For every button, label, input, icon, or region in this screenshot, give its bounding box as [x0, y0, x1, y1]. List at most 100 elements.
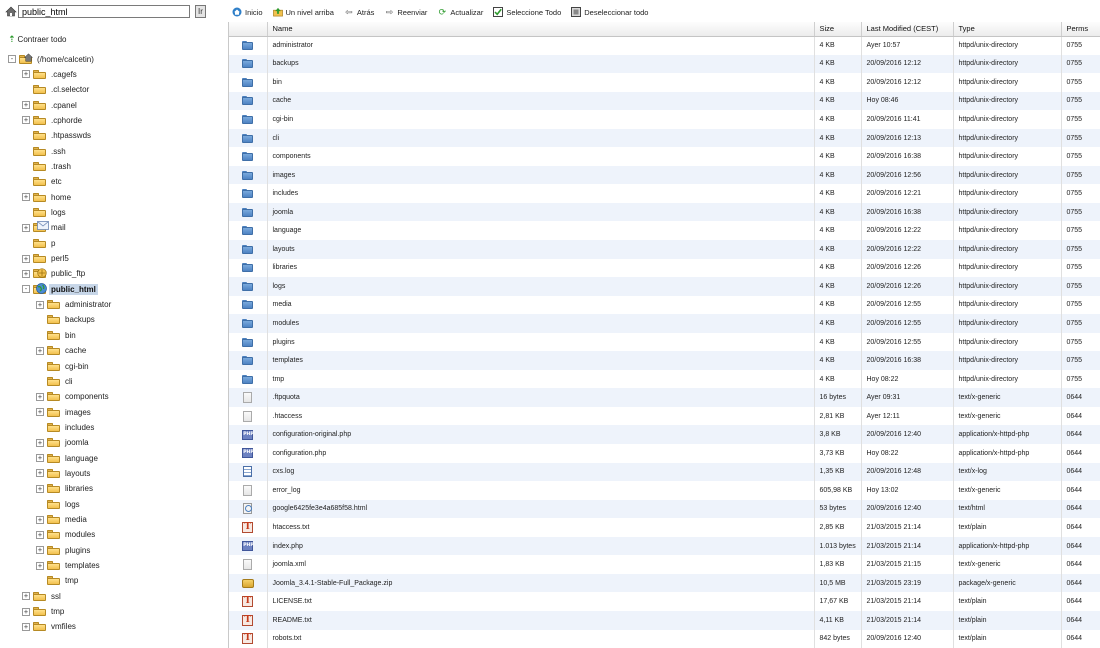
- file-icon-cell[interactable]: [229, 332, 268, 352]
- expand-toggle-icon[interactable]: +: [36, 408, 44, 417]
- expand-toggle-icon[interactable]: +: [22, 254, 30, 263]
- file-icon-cell[interactable]: PHP: [229, 536, 268, 556]
- expand-toggle-icon[interactable]: +: [22, 269, 30, 278]
- tree-item[interactable]: logs: [22, 206, 68, 220]
- tree-item[interactable]: etc: [22, 175, 64, 189]
- forward-button[interactable]: ⇨ Reenviar: [384, 7, 428, 17]
- file-icon-cell[interactable]: [229, 73, 268, 92]
- file-icon-cell[interactable]: [229, 165, 268, 185]
- file-name-cell[interactable]: joomla.xml: [267, 555, 815, 574]
- table-row[interactable]: Joomla_3.4.1-Stable-Full_Package.zip 10,5…: [229, 573, 1100, 593]
- tree-item[interactable]: + templates: [36, 559, 102, 573]
- file-icon-cell[interactable]: [229, 481, 268, 500]
- table-row[interactable]: joomla.xml 1,83 KB 21/03/2015 21:15 text/x-…: [229, 555, 1100, 574]
- tree-item[interactable]: + modules: [36, 528, 97, 542]
- tree-item[interactable]: p: [22, 236, 57, 250]
- tree-item[interactable]: tmp: [36, 574, 80, 588]
- tree-item[interactable]: + ssl: [22, 589, 63, 603]
- collapse-toggle-icon[interactable]: -: [22, 285, 30, 294]
- expand-toggle-icon[interactable]: +: [36, 484, 44, 493]
- table-row[interactable]: joomla 4 KB 20/09/2016 16:38 httpd/unix-dir…: [229, 202, 1100, 222]
- table-row[interactable]: components 4 KB 20/09/2016 16:38 httpd/unix…: [229, 147, 1100, 166]
- table-row[interactable]: tmp 4 KB Hoy 08:22 httpd/unix-directory 0755: [229, 369, 1100, 389]
- expand-toggle-icon[interactable]: +: [22, 622, 30, 631]
- file-icon-cell[interactable]: [229, 295, 268, 315]
- file-name-cell[interactable]: cache: [267, 91, 815, 111]
- file-icon-cell[interactable]: [229, 110, 268, 129]
- file-icon-cell[interactable]: [229, 314, 268, 333]
- file-name-cell[interactable]: README.txt: [267, 610, 815, 630]
- file-icon-cell[interactable]: [229, 573, 268, 593]
- file-icon-cell[interactable]: T: [229, 592, 268, 611]
- table-row[interactable]: bin 4 KB 20/09/2016 12:12 httpd/unix-direct…: [229, 73, 1100, 92]
- expand-toggle-icon[interactable]: +: [36, 515, 44, 524]
- expand-toggle-icon[interactable]: +: [36, 546, 44, 555]
- file-icon-cell[interactable]: [229, 555, 268, 574]
- file-name-cell[interactable]: google6425fe3e4a685f58.html: [267, 499, 815, 519]
- table-row[interactable]: .ftpquota 16 bytes Ayer 09:31 text/x-generi…: [229, 388, 1100, 407]
- expand-toggle-icon[interactable]: +: [22, 101, 30, 110]
- collapse-all-link[interactable]: ⇡ Contraer todo: [8, 34, 66, 45]
- table-row[interactable]: cache 4 KB Hoy 08:46 httpd/unix-directory 07…: [229, 91, 1100, 111]
- file-icon-cell[interactable]: [229, 184, 268, 203]
- table-row[interactable]: T README.txt 4,11 KB 21/03/2015 21:14 text/p…: [229, 610, 1100, 630]
- file-name-cell[interactable]: components: [267, 147, 815, 166]
- file-name-cell[interactable]: logs: [267, 277, 815, 296]
- file-icon-cell[interactable]: [229, 221, 268, 241]
- tree-item[interactable]: .cl.selector: [22, 83, 91, 97]
- tree-item[interactable]: + plugins: [36, 543, 92, 557]
- tree-item[interactable]: + administrator: [36, 298, 113, 312]
- file-icon-cell[interactable]: [229, 202, 268, 222]
- file-name-cell[interactable]: index.php: [267, 536, 815, 556]
- expand-toggle-icon[interactable]: +: [22, 116, 30, 125]
- file-name-cell[interactable]: robots.txt: [267, 629, 815, 648]
- file-name-cell[interactable]: libraries: [267, 258, 815, 278]
- go-button[interactable]: Ir: [195, 5, 206, 18]
- file-name-cell[interactable]: Joomla_3.4.1-Stable-Full_Package.zip: [267, 573, 815, 593]
- tree-item[interactable]: + .cpanel: [22, 98, 79, 112]
- expand-toggle-icon[interactable]: +: [22, 70, 30, 79]
- file-icon-cell[interactable]: [229, 54, 268, 74]
- home-button[interactable]: Inicio: [232, 7, 263, 17]
- file-icon-cell[interactable]: [229, 147, 268, 166]
- file-icon-cell[interactable]: [229, 36, 268, 55]
- tree-item[interactable]: + joomla: [36, 436, 91, 450]
- column-header-modified[interactable]: Last Modified (CEST): [861, 22, 954, 37]
- file-name-cell[interactable]: cgi-bin: [267, 110, 815, 129]
- file-name-cell[interactable]: media: [267, 295, 815, 315]
- table-row[interactable]: images 4 KB 20/09/2016 12:56 httpd/unix-dir…: [229, 165, 1100, 185]
- tree-item[interactable]: includes: [36, 420, 96, 434]
- table-row[interactable]: logs 4 KB 20/09/2016 12:26 httpd/unix-direc…: [229, 277, 1100, 296]
- file-name-cell[interactable]: LICENSE.txt: [267, 592, 815, 611]
- file-name-cell[interactable]: .ftpquota: [267, 388, 815, 407]
- table-row[interactable]: T LICENSE.txt 17,67 KB 21/03/2015 21:14 text…: [229, 592, 1100, 611]
- up-one-level-button[interactable]: Un nivel arriba: [272, 7, 334, 17]
- expand-toggle-icon[interactable]: +: [22, 607, 30, 616]
- tree-item[interactable]: - (/home/calcetin): [8, 52, 96, 66]
- tree-item[interactable]: + perl5: [22, 252, 71, 266]
- file-name-cell[interactable]: cxs.log: [267, 462, 815, 482]
- file-icon-cell[interactable]: [229, 91, 268, 111]
- table-row[interactable]: PHP configuration-original.php 3,8 KB 20/09…: [229, 425, 1100, 445]
- table-row[interactable]: error_log 605,98 KB Hoy 13:02 text/x-generi…: [229, 481, 1100, 500]
- file-name-cell[interactable]: .htaccess: [267, 406, 815, 426]
- expand-toggle-icon[interactable]: +: [36, 438, 44, 447]
- file-icon-cell[interactable]: PHP: [229, 425, 268, 445]
- tree-item[interactable]: + .cphorde: [22, 113, 84, 127]
- table-row[interactable]: cgi-bin 4 KB 20/09/2016 11:41 httpd/unix-di…: [229, 110, 1100, 129]
- tree-item[interactable]: .ssh: [22, 144, 68, 158]
- expand-toggle-icon[interactable]: +: [36, 346, 44, 355]
- table-row[interactable]: Trobots.txt 842 bytes 20/09/2016 12:40 text…: [229, 629, 1100, 648]
- file-name-cell[interactable]: language: [267, 221, 815, 241]
- tree-item[interactable]: + public_ftp: [22, 267, 87, 281]
- file-icon-cell[interactable]: [229, 240, 268, 259]
- expand-toggle-icon[interactable]: +: [36, 454, 44, 463]
- table-row[interactable]: templates 4 KB 20/09/2016 16:38 httpd/unix-…: [229, 351, 1100, 370]
- tree-item[interactable]: backups: [36, 313, 97, 327]
- expand-toggle-icon[interactable]: +: [36, 561, 44, 570]
- file-icon-cell[interactable]: [229, 369, 268, 389]
- tree-item[interactable]: cli: [36, 374, 75, 388]
- file-name-cell[interactable]: error_log: [267, 481, 815, 500]
- file-icon-cell[interactable]: [229, 406, 268, 426]
- tree-item[interactable]: + libraries: [36, 482, 95, 496]
